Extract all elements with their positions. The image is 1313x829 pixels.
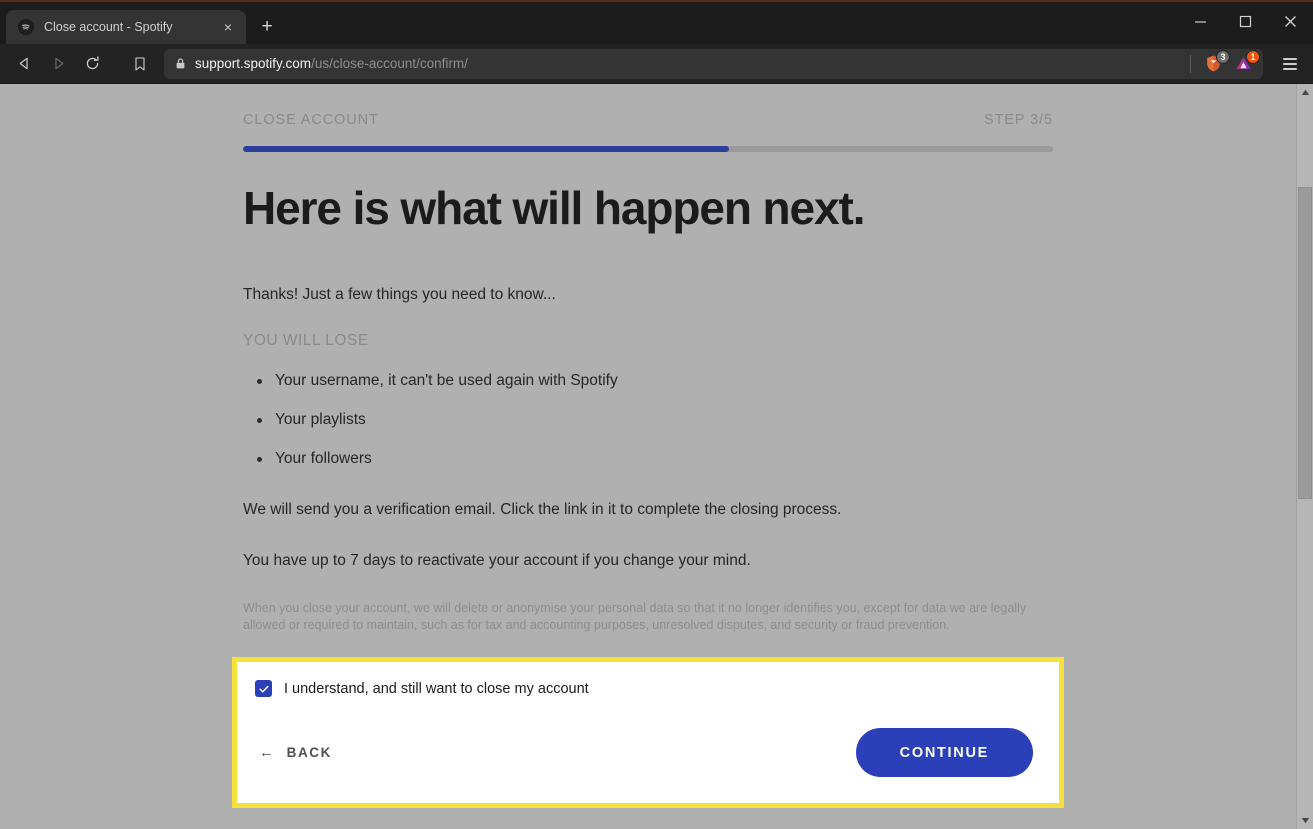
reactivate-window-text: You have up to 7 days to reactivate your…: [243, 551, 751, 569]
url-text: support.spotify.com/us/close-account/con…: [195, 56, 1182, 71]
progress-bar-fill: [243, 146, 729, 152]
spotify-icon: [18, 19, 34, 35]
hamburger-menu-icon[interactable]: [1275, 49, 1305, 79]
highlighted-action-region: I understand, and still want to close my…: [232, 657, 1064, 809]
url-domain: support.spotify.com: [195, 56, 312, 71]
understand-checkbox-row[interactable]: I understand, and still want to close my…: [255, 680, 1033, 698]
scrollbar-track[interactable]: [1297, 101, 1313, 812]
shields-badge-count: 3: [1216, 49, 1230, 64]
back-button[interactable]: ← BACK: [255, 739, 336, 766]
page-scrollbar[interactable]: [1296, 84, 1313, 829]
address-bar-actions: 3 1: [1190, 49, 1260, 76]
close-tab-icon[interactable]: ×: [218, 17, 238, 37]
new-tab-button[interactable]: +: [252, 11, 282, 41]
menu-line: [1283, 57, 1297, 60]
browser-tab[interactable]: Close account - Spotify ×: [6, 10, 246, 44]
close-window-icon[interactable]: [1268, 4, 1313, 38]
continue-button[interactable]: CONTINUE: [855, 728, 1033, 778]
confirm-card: I understand, and still want to close my…: [237, 662, 1059, 803]
page-title: Here is what will happen next.: [243, 182, 865, 234]
window-controls: [1178, 4, 1313, 38]
you-will-lose-heading: YOU WILL LOSE: [243, 331, 369, 349]
scroll-up-icon[interactable]: [1297, 84, 1313, 101]
menu-line: [1283, 67, 1297, 70]
intro-text: Thanks! Just a few things you need to kn…: [243, 285, 556, 303]
bookmark-icon[interactable]: [124, 49, 156, 79]
brave-shields-icon[interactable]: 3: [1201, 49, 1230, 76]
address-bar[interactable]: support.spotify.com/us/close-account/con…: [164, 48, 1263, 79]
tab-title: Close account - Spotify: [44, 20, 173, 34]
divider: [1190, 54, 1191, 73]
progress-bar: [243, 146, 1053, 152]
you-will-lose-list: Your username, it can't be used again wi…: [243, 372, 1053, 468]
understand-checkbox[interactable]: [255, 680, 272, 698]
left-arrow-icon: ←: [259, 744, 276, 762]
adblock-badge-count: 1: [1246, 49, 1260, 64]
browser-window: Close account - Spotify × + support.spot…: [0, 0, 1313, 829]
tab-strip: Close account - Spotify × +: [0, 2, 282, 44]
minimize-icon[interactable]: [1178, 4, 1223, 38]
reload-icon[interactable]: [76, 49, 108, 79]
close-account-flow: CLOSE ACCOUNT STEP 3/5 Here is what will…: [232, 84, 1064, 809]
menu-line: [1283, 62, 1297, 65]
title-bar: Close account - Spotify × +: [0, 0, 1313, 44]
scroll-down-icon[interactable]: [1297, 812, 1313, 829]
back-arrow-icon[interactable]: [8, 49, 40, 79]
action-buttons: ← BACK CONTINUE: [255, 728, 1033, 778]
page-viewport: CLOSE ACCOUNT STEP 3/5 Here is what will…: [0, 84, 1313, 829]
flow-header: CLOSE ACCOUNT STEP 3/5: [243, 112, 1053, 128]
list-item: Your playlists: [243, 411, 1053, 429]
browser-toolbar: support.spotify.com/us/close-account/con…: [0, 44, 1313, 84]
verification-email-text: We will send you a verification email. C…: [243, 500, 842, 518]
scrollbar-thumb[interactable]: [1298, 187, 1312, 499]
back-button-label: BACK: [286, 745, 333, 761]
adblock-triangle-icon[interactable]: 1: [1231, 49, 1260, 76]
flow-title: CLOSE ACCOUNT: [243, 112, 379, 128]
lock-icon: [174, 57, 187, 70]
url-path: /us/close-account/confirm/: [311, 56, 468, 71]
list-item: Your username, it can't be used again wi…: [243, 372, 1053, 390]
maximize-icon[interactable]: [1223, 4, 1268, 38]
understand-checkbox-label: I understand, and still want to close my…: [284, 680, 589, 697]
legal-disclaimer: When you close your account, we will del…: [243, 600, 1027, 633]
step-indicator: STEP 3/5: [984, 112, 1053, 128]
forward-arrow-icon: [42, 49, 74, 79]
web-page: CLOSE ACCOUNT STEP 3/5 Here is what will…: [0, 84, 1296, 829]
list-item: Your followers: [243, 450, 1053, 468]
